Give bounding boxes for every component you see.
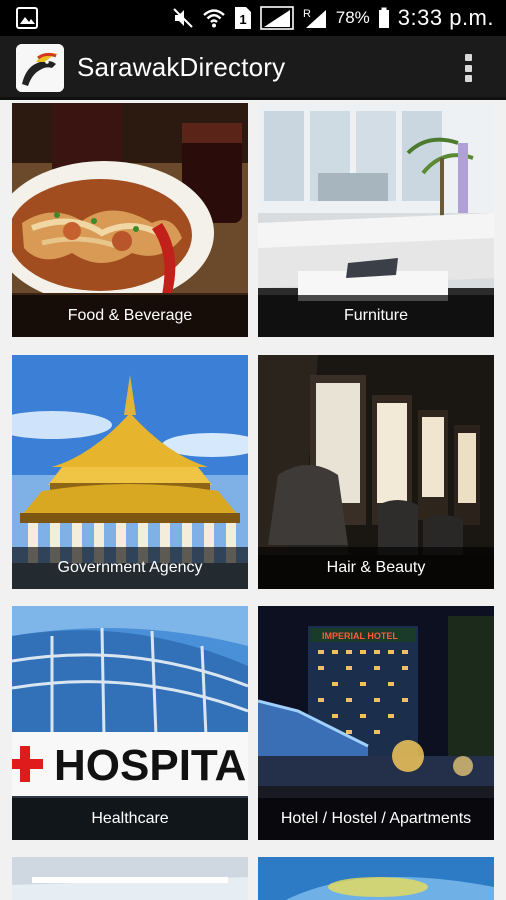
category-tile-food-beverage[interactable]: Food & Beverage — [12, 103, 248, 337]
category-label: Food & Beverage — [12, 295, 248, 337]
image-notification-icon — [16, 7, 38, 29]
svg-text:1: 1 — [239, 12, 246, 27]
category-tile-hair-beauty[interactable]: Hair & Beauty — [258, 355, 494, 589]
app-title: SarawakDirectory — [77, 52, 286, 82]
svg-text:R: R — [303, 8, 311, 20]
sim-card-icon: 1 — [234, 7, 251, 29]
category-grid: Food & Beverage Furniture Government Age… — [0, 103, 506, 900]
category-tile-partial-right[interactable] — [258, 857, 494, 900]
app-logo[interactable] — [16, 44, 64, 92]
hospital-sign-text: HOSPITA — [54, 741, 246, 790]
overflow-menu-icon[interactable] — [456, 50, 480, 86]
roaming-signal-icon: R — [303, 8, 326, 28]
status-bar: 1 R 78% 3:33 p.m. — [0, 0, 506, 36]
mute-icon — [173, 8, 193, 28]
category-tile-partial-left[interactable] — [12, 857, 248, 900]
battery-percent: 78% — [335, 8, 370, 27]
category-label: Hair & Beauty — [258, 547, 494, 589]
category-tile-furniture[interactable]: Furniture — [258, 103, 494, 337]
category-label: Government Agency — [12, 547, 248, 589]
signal-icon — [259, 6, 294, 30]
category-label: Furniture — [258, 295, 494, 337]
clock: 3:33 p.m. — [397, 5, 494, 30]
category-image-partial — [258, 857, 494, 900]
wifi-icon — [202, 9, 225, 28]
hotel-sign-text: IMPERIAL HOTEL — [322, 631, 398, 641]
hornbill-logo-icon — [16, 44, 64, 92]
category-tile-hotel-hostel-apartments[interactable]: IMPERIAL HOTEL Hotel / Hostel / Apartmen… — [258, 606, 494, 840]
category-label: Healthcare — [12, 798, 248, 840]
category-image-partial — [12, 857, 248, 900]
battery-icon — [378, 7, 389, 28]
category-label: Hotel / Hostel / Apartments — [258, 798, 494, 840]
category-tile-government-agency[interactable]: Government Agency — [12, 355, 248, 589]
category-tile-healthcare[interactable]: HOSPITA Healthcare — [12, 606, 248, 840]
action-bar: SarawakDirectory — [0, 36, 506, 100]
